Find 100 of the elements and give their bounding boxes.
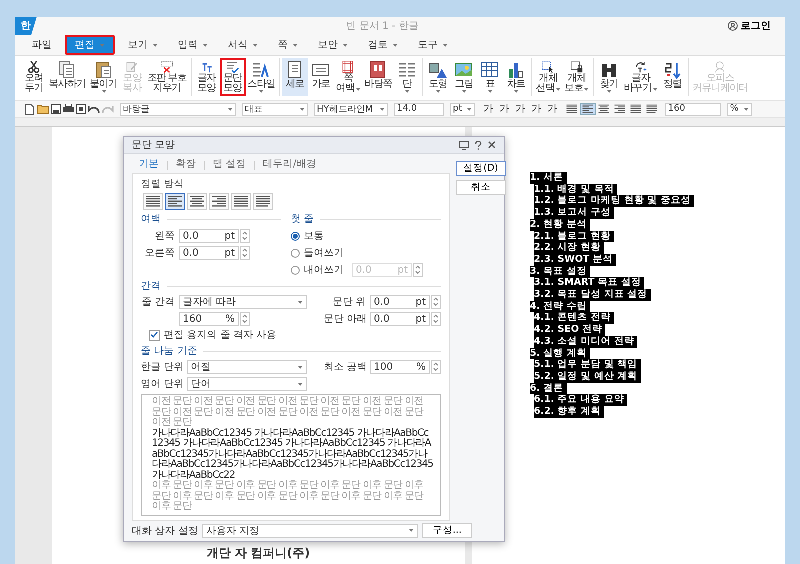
outline-subheading: 5.2. 일정 및 예산 계획 [534, 370, 641, 383]
spinner-icon[interactable] [240, 312, 250, 326]
toolbar-button[interactable]: 표 [477, 58, 504, 96]
toolbar-button[interactable]: 그림 [451, 58, 478, 96]
align-button[interactable] [565, 104, 580, 114]
toolbar-button[interactable]: 글자 모양 [194, 58, 220, 96]
undo-icon[interactable] [88, 104, 100, 114]
menu-item[interactable]: 도구 [411, 35, 455, 55]
dialog-tab[interactable]: 확장 [173, 155, 199, 175]
toolbar-button[interactable]: 단 [394, 58, 420, 96]
align-button[interactable] [629, 104, 644, 114]
preview-icon[interactable] [76, 104, 86, 114]
outline-heading: 5. 실행 계획 [530, 348, 590, 360]
window-icon[interactable] [459, 140, 469, 150]
language-dropdown[interactable]: 대표 [242, 102, 308, 116]
login-button[interactable]: 로그인 [728, 19, 771, 33]
spacing-field[interactable]: 0.0 pt [370, 295, 430, 309]
menu-item[interactable]: 서식 [221, 35, 265, 55]
toolbar-button[interactable]: 바탕쪽 [362, 58, 394, 96]
dialog-settings-dropdown[interactable]: 사용자 지정 [202, 524, 418, 538]
spacing-field[interactable]: 0.0 pt [370, 312, 430, 326]
toolbar-button[interactable]: 개체 선택 [534, 58, 563, 96]
caret-icon [514, 90, 520, 93]
style-dropdown[interactable]: 바탕글 [120, 102, 236, 116]
close-icon[interactable] [488, 141, 496, 149]
dialog-tab[interactable]: 테두리/배경 [260, 155, 320, 175]
toolbar-button[interactable]: 세로 [282, 58, 308, 96]
line-spacing-field[interactable]: 160 % [179, 312, 239, 326]
spinner-icon[interactable] [413, 263, 423, 277]
cancel-button[interactable]: 취소 [456, 180, 506, 195]
field-label: 한글 단위 [141, 361, 183, 374]
menu-item[interactable]: 파일 [25, 35, 59, 55]
section-title: 간격 [141, 280, 161, 293]
caret-icon [153, 44, 158, 46]
print-icon[interactable] [63, 104, 74, 114]
toolbar-button[interactable]: 오려 두기 [21, 58, 47, 96]
margin-field[interactable]: 0.0 pt [179, 229, 239, 243]
outline-subheading: 1.3. 보고서 구성 [534, 207, 614, 219]
character-format-button[interactable]: 가 [497, 102, 512, 116]
menu-item[interactable]: 보기 [121, 35, 165, 55]
character-format-button[interactable]: 가 [513, 102, 528, 116]
menu-item[interactable]: 편집 [65, 35, 115, 55]
toolbar-button[interactable]: 조판 부호 지우기 [145, 58, 189, 96]
font-dropdown[interactable]: HY헤드라인M [314, 102, 388, 116]
align-button[interactable] [613, 104, 628, 114]
field-label: 영어 단위 [141, 378, 183, 391]
toolbar-button[interactable]: 문단 모양 [220, 58, 246, 96]
align-button[interactable] [581, 104, 596, 114]
dialog-tab[interactable]: 탭 설정 [210, 155, 250, 175]
new-document-icon[interactable] [25, 104, 35, 114]
align-button[interactable] [597, 104, 612, 114]
menu-item[interactable]: 검토 [361, 35, 405, 55]
spinner-icon[interactable] [431, 312, 441, 326]
align-left-icon [167, 195, 183, 208]
toolbar-button[interactable]: 개체 보호 [562, 58, 592, 96]
toolbar-button[interactable]: 복사하기 [47, 58, 88, 96]
section-title: 첫 줄 [291, 213, 314, 226]
outline-heading: 2. 현황 분석 [530, 218, 590, 231]
line-spacing-dropdown[interactable]: 글자에 따라 [179, 295, 307, 309]
size-unit-dropdown[interactable]: pt [450, 102, 476, 116]
toolbar-button[interactable]: 글자 바꾸기 [622, 58, 660, 96]
zoom-field[interactable]: 160 [665, 102, 722, 116]
toolbar-button[interactable]: 스타일 [246, 58, 278, 96]
align-button[interactable] [645, 104, 660, 114]
toolbar-button[interactable]: 가로 [308, 58, 334, 96]
toolbar-button[interactable]: 쪽 여백 [334, 58, 363, 96]
character-format-button[interactable]: 가 [529, 102, 544, 116]
configure-button[interactable]: 구성... [422, 523, 472, 538]
toolbar-button[interactable]: 차트 [503, 58, 530, 96]
toolbar-button[interactable]: 붙이기 [88, 58, 120, 96]
help-icon[interactable] [475, 140, 482, 150]
spinner-icon[interactable] [240, 229, 250, 243]
spinner-icon[interactable] [431, 295, 441, 309]
caret-icon [488, 90, 494, 93]
toolbar-button[interactable]: 정렬 [660, 58, 686, 96]
save-icon[interactable] [51, 104, 61, 114]
min-space-field[interactable]: 100 % [370, 360, 430, 374]
toolbar-button[interactable]: 찾기 [596, 58, 622, 96]
menu-item[interactable]: 보안 [311, 35, 355, 55]
english-unit-dropdown[interactable]: 단어 [187, 377, 307, 391]
menu-item[interactable]: 쪽 [271, 35, 305, 55]
outline-subheading: 3.2. 목표 달성 지표 설정 [534, 289, 651, 301]
margin-field[interactable]: 0.0 pt [179, 246, 239, 260]
character-format-button[interactable]: 가 [481, 102, 496, 116]
korean-unit-dropdown[interactable]: 어절 [187, 360, 307, 374]
ok-button[interactable]: 설정(D) [456, 161, 506, 176]
spinner-icon[interactable] [240, 246, 250, 260]
outline-subheading: 5.1. 업무 분담 및 책임 [534, 359, 641, 371]
menu-item[interactable]: 입력 [171, 35, 215, 55]
alignment-option[interactable] [165, 193, 185, 210]
folder-icon[interactable] [37, 104, 49, 114]
font-size-field[interactable]: 14.0 [394, 102, 444, 116]
spinner-icon[interactable] [431, 360, 441, 374]
character-format-button[interactable]: 가 [545, 102, 560, 116]
toolbar-button[interactable]: 도형 [425, 58, 452, 96]
caret-icon [393, 44, 398, 46]
align-center-icon [598, 104, 610, 114]
align-right-icon [614, 104, 626, 114]
grid-checkbox[interactable]: 편집 용지의 줄 격자 사용 [141, 328, 441, 342]
zoom-unit-dropdown[interactable]: % [727, 102, 752, 116]
